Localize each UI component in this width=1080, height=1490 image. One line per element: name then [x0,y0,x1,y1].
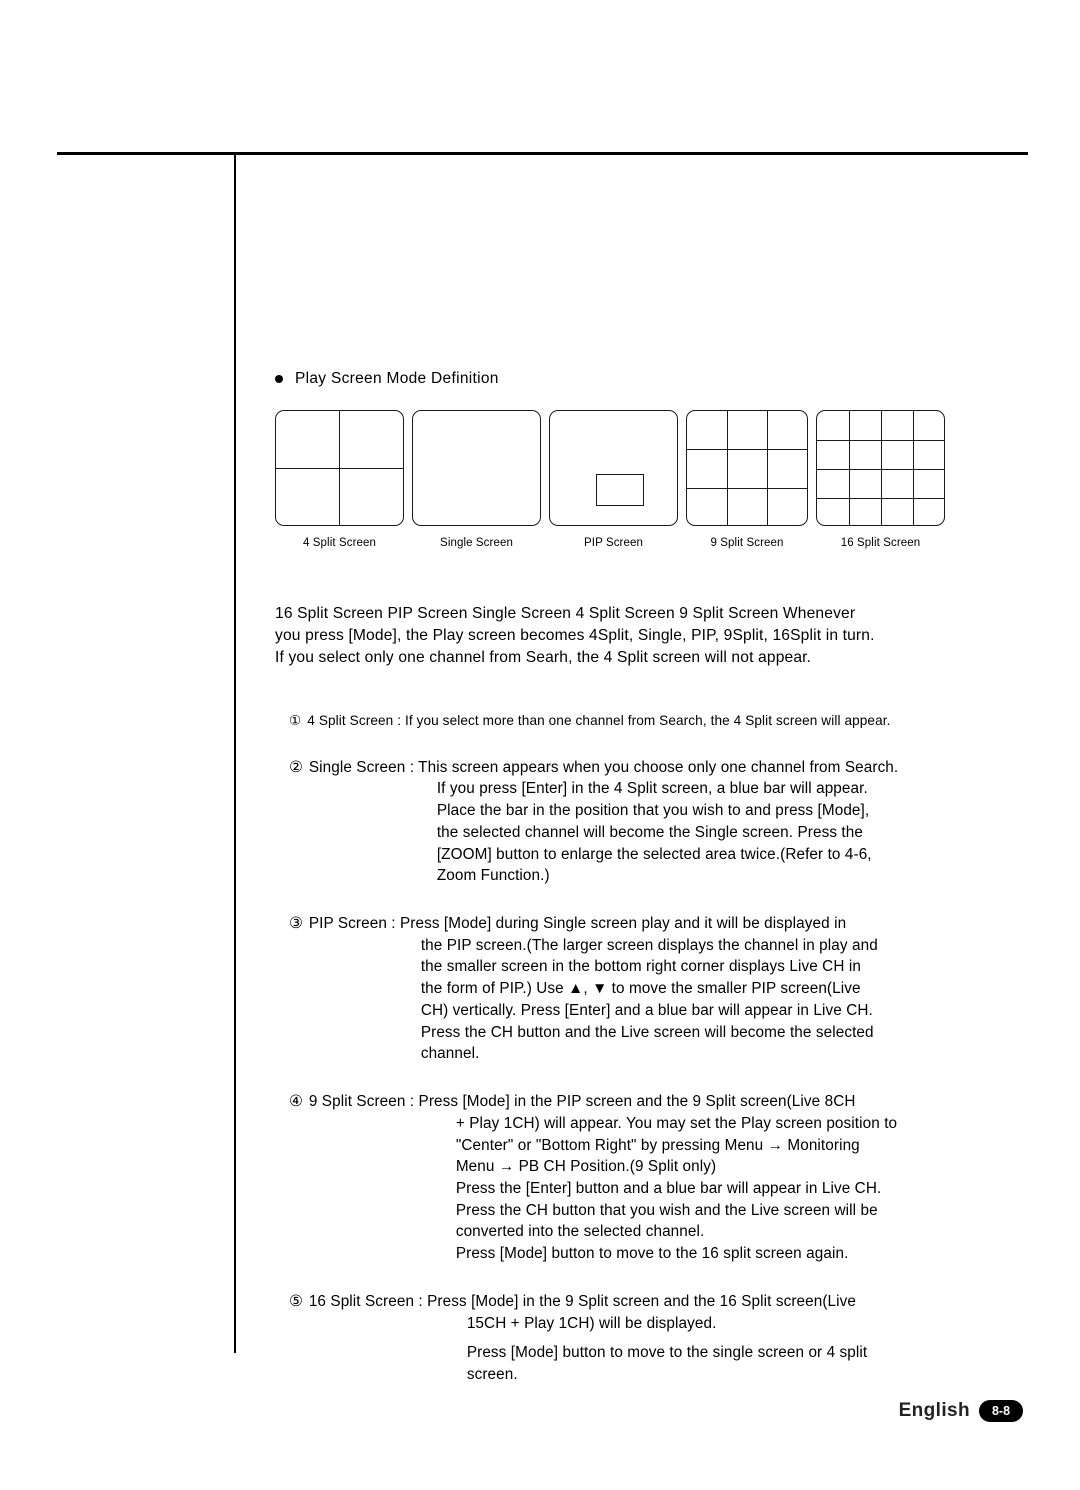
intro-line-3: If you select only one channel from Sear… [275,649,812,667]
intro-line-1: 16 Split Screen PIP Screen Single Screen… [275,605,856,622]
figure-caption: 4 Split Screen [303,537,376,549]
figure-9-split-graphic [686,410,808,526]
list-item-4-split: ① 4 Split Screen : If you select more th… [289,711,955,730]
line: If you press [Enter] in the 4 Split scre… [436,780,868,798]
figure-pip: PIP Screen [549,410,678,549]
figure-single: Single Screen [412,410,541,549]
intro-line-2: you press [Mode], the Play screen become… [275,627,875,645]
list-item-single: ② Single Screen : This screen appears wh… [289,757,955,887]
pip-inset [596,474,644,506]
bullet-icon [275,375,283,383]
line: Place the bar in the position that you w… [436,802,870,820]
line: the selected channel will become the Sin… [436,823,863,841]
list-item-text: 16 Split Screen : Press [Mode] in the 9 … [309,1291,955,1386]
list-item-16-split: ⑤ 16 Split Screen : Press [Mode] in the … [289,1291,955,1386]
page-number-badge: 8-8 [979,1399,1023,1422]
screen-mode-figures: 4 Split Screen Single Screen PIP Screen … [275,410,955,549]
list-marker: ④ [289,1093,303,1111]
line: Press [Mode] button to move to the 16 sp… [455,1245,849,1263]
figure-9-split: 9 Split Screen [686,410,808,549]
list-item-9-split: ④ 9 Split Screen : Press [Mode] in the P… [289,1091,955,1265]
figure-16-split-graphic [816,410,945,526]
list-item-text: 9 Split Screen : Press [Mode] in the PIP… [309,1091,955,1265]
section-heading-label: Play Screen Mode Definition [295,370,499,387]
footer-language-label: English [898,1399,970,1421]
line: "Center" or "Bottom Right" by pressing M… [455,1136,860,1154]
line: the PIP screen.(The larger screen displa… [420,936,878,954]
figure-pip-graphic [549,410,678,526]
header-rule [57,152,1028,155]
figure-16-split: 16 Split Screen [816,410,945,549]
line: + Play 1CH) will appear. You may set the… [455,1114,898,1132]
list-marker: ① [289,713,302,729]
list-marker: ③ [289,915,303,933]
line: PIP Screen : Press [Mode] during Single … [308,915,847,933]
list-item-text: 4 Split Screen : If you select more than… [307,713,891,729]
line: 15CH + Play 1CH) will be displayed. [466,1314,717,1332]
line: Menu → PB CH Position.(9 Split only) [455,1158,717,1176]
line: channel. [420,1045,480,1063]
line: Press [Mode] button to move to the singl… [466,1344,868,1362]
line: 16 Split Screen : Press [Mode] in the 9 … [308,1292,857,1310]
list-marker: ⑤ [289,1292,303,1310]
line: the smaller screen in the bottom right c… [420,958,861,976]
figure-caption: Single Screen [440,537,513,549]
line: Press the [Enter] button and a blue bar … [455,1179,882,1197]
line: Press the CH button that you wish and th… [455,1201,878,1219]
line: [ZOOM] button to enlarge the selected ar… [436,845,872,863]
section-heading: Play Screen Mode Definition [275,370,955,388]
list-item-text: Single Screen : This screen appears when… [309,757,955,887]
list-item-pip: ③ PIP Screen : Press [Mode] during Singl… [289,913,955,1065]
line: screen. [466,1365,518,1383]
line: Single Screen : This screen appears when… [308,758,899,776]
figure-caption: 9 Split Screen [710,537,784,549]
figure-caption: 16 Split Screen [840,537,921,549]
line: the form of PIP.) Use ▲, ▼ to move the s… [420,980,861,998]
line: Zoom Function.) [436,867,550,885]
figure-4-split-graphic [275,410,404,526]
intro-paragraph: 16 Split Screen PIP Screen Single Screen… [275,603,955,669]
line: 9 Split Screen : Press [Mode] in the PIP… [308,1093,856,1111]
figure-4-split: 4 Split Screen [275,410,404,549]
page-footer: English 8-8 [898,1399,1023,1422]
figure-caption: PIP Screen [584,537,643,549]
page-content: Play Screen Mode Definition 4 Split Scre… [275,370,955,1386]
line: converted into the selected channel. [455,1223,705,1241]
list-item-text: PIP Screen : Press [Mode] during Single … [309,913,955,1065]
list-marker: ② [289,758,303,776]
figure-single-graphic [412,410,541,526]
left-margin-rule [234,155,236,1353]
line: CH) vertically. Press [Enter] and a blue… [420,1001,873,1019]
line: Press the CH button and the Live screen … [420,1023,874,1041]
